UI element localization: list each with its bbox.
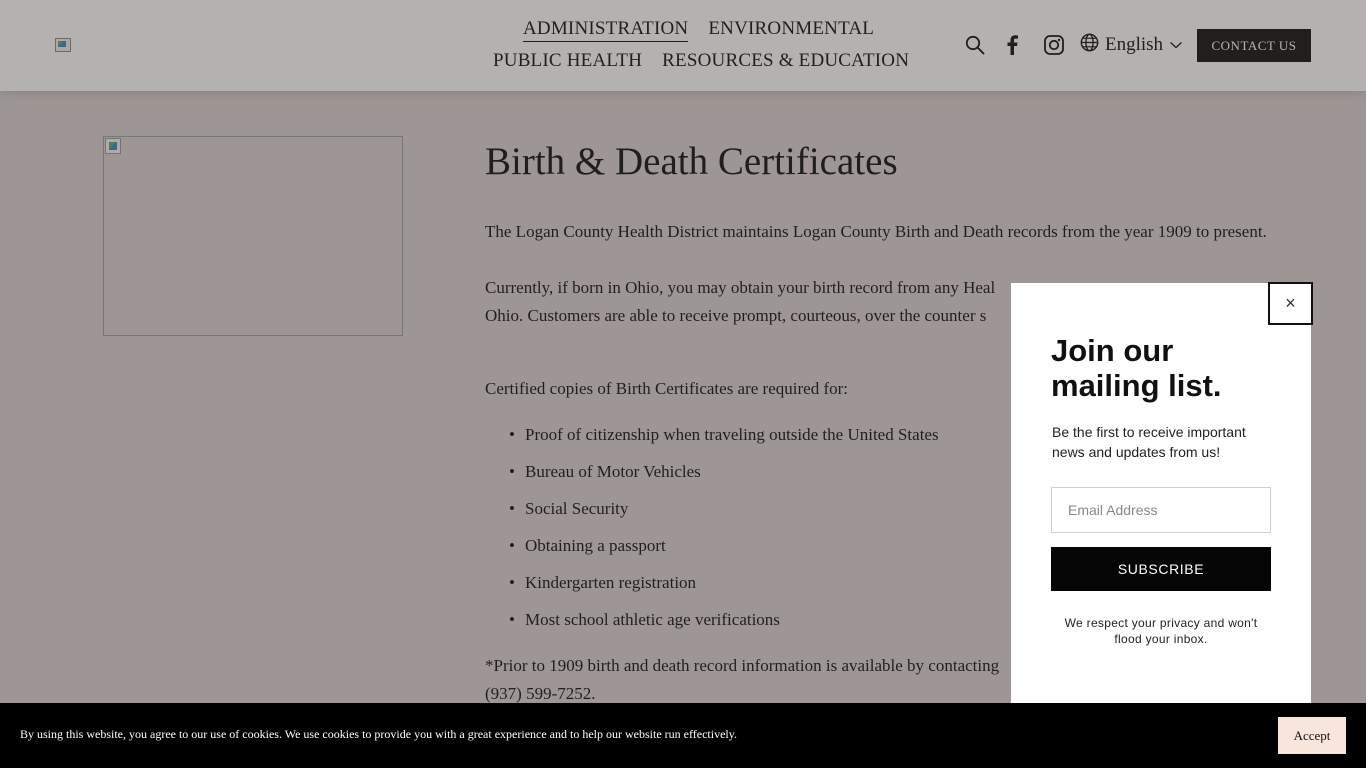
popup-title: Join our mailing list. (1051, 333, 1222, 403)
cookie-banner: By using this website, you agree to our … (0, 703, 1366, 768)
privacy-note: We respect your privacy and won't flood … (1064, 616, 1258, 646)
subscribe-button[interactable]: SUBSCRIBE (1051, 547, 1271, 591)
popup-description: Be the first to receive important news a… (1052, 424, 1246, 460)
close-icon[interactable]: × (1268, 282, 1313, 325)
accept-cookies-button[interactable]: Accept (1278, 717, 1346, 754)
cookie-text: By using this website, you agree to our … (20, 727, 737, 741)
email-field[interactable] (1051, 487, 1271, 533)
mailing-list-popup: × Join our mailing list. Be the first to… (1011, 282, 1313, 703)
